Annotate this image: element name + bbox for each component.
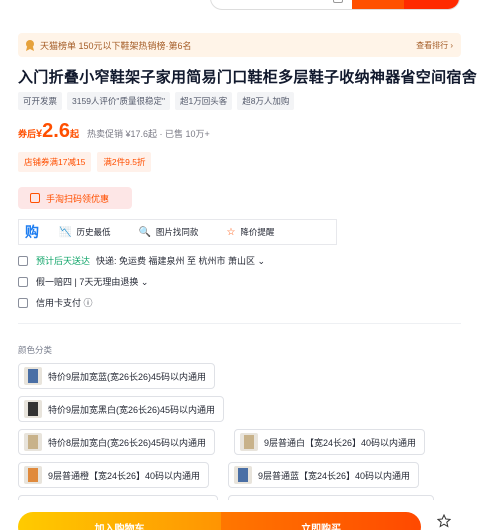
star-icon: ☆	[226, 226, 236, 238]
sku-thumbnail	[24, 466, 42, 484]
tag-cart-adds: 超8万人加购	[237, 92, 295, 110]
scan-button-label: 手淘扫码领优惠	[46, 193, 110, 204]
sku-label: 9层普通蓝【宽24长26】40码以内通用	[258, 470, 411, 481]
sku-option[interactable]: 特价9层加宽蓝(宽26长26)45码以内通用	[18, 363, 216, 389]
tag-repeat-buyers: 超1万回头客	[174, 92, 233, 110]
divider	[18, 323, 461, 324]
price-alert-label: 降价提醒	[240, 227, 275, 237]
add-to-cart-button[interactable]: 加入购物车	[18, 512, 221, 530]
price-alert-button[interactable]: ☆ 降价提醒	[212, 226, 288, 238]
product-tags: 可开发票 3159人评价"质量很稳定" 超1万回头客 超8万人加购	[18, 92, 295, 110]
payment-row[interactable]: 信用卡支付 ⓘ	[18, 296, 93, 309]
sku-label: 9层普通橙【宽24长26】40码以内通用	[48, 470, 201, 481]
favorite-star-icon[interactable]	[437, 514, 451, 528]
price-history-button[interactable]: 📉 历史最低	[45, 226, 124, 238]
rank-banner[interactable]: 天猫榜单 150元以下鞋架热销榜·第6名 查看排行 ›	[18, 33, 461, 57]
guarantee-row[interactable]: 假一赔四 | 7天无理由退换 ⌄	[18, 275, 148, 288]
scan-icon	[30, 193, 40, 203]
sku-label: 特价9层加宽黑白(宽26长26)45码以内通用	[48, 404, 216, 415]
sku-label: 特价8层加宽白(宽26长26)45码以内通用	[48, 437, 207, 448]
search-button[interactable]	[352, 0, 404, 9]
shipping-row[interactable]: 预计后天送达 快递: 免运费 福建泉州 至 杭州市 萧山区 ⌄	[18, 254, 265, 267]
delivery-estimate: 预计后天送达	[36, 256, 91, 266]
guarantee-text: 假一赔四 | 7天无理由退换 ⌄	[36, 277, 149, 287]
shipping-text: 快递: 免运费 福建泉州 至 杭州市 萧山区 ⌄	[96, 256, 266, 266]
rank-text: 天猫榜单 150元以下鞋架热销榜·第6名	[40, 40, 192, 51]
price-suffix: 起	[69, 129, 79, 139]
tag-reviews[interactable]: 3159人评价"质量很稳定"	[67, 92, 170, 110]
medal-icon	[26, 40, 34, 51]
sku-thumbnail	[234, 466, 252, 484]
image-search-icon: 🔍	[138, 226, 151, 238]
price-note: 热卖促销 ¥17.6起 · 已售 10万+	[86, 129, 210, 139]
sku-label: 特价9层加宽蓝(宽26长26)45码以内通用	[48, 371, 207, 382]
view-rank-link[interactable]: 查看排行 ›	[416, 40, 453, 51]
image-search-label: 图片找同款	[155, 227, 199, 237]
credit-card-icon	[18, 297, 28, 308]
price-amount: 2.6	[42, 120, 70, 142]
sku-option[interactable]: 9层普通白【宽24长26】40码以内通用	[234, 429, 426, 455]
sku-thumbnail	[24, 400, 42, 418]
camera-icon[interactable]	[333, 0, 343, 3]
price-history-label: 历史最低	[76, 227, 111, 237]
sku-option[interactable]: 特价8层加宽白(宽26长26)45码以内通用	[18, 429, 216, 455]
gou-logo-icon: 购	[25, 224, 39, 240]
search-taobao-button[interactable]	[404, 0, 459, 9]
truck-icon	[18, 255, 28, 266]
payment-text: 信用卡支付 ⓘ	[36, 298, 93, 308]
sku-option[interactable]: 特价9层加宽黑白(宽26长26)45码以内通用	[18, 396, 225, 422]
coupon-list: 店铺券满17减15 满2件9.5折	[18, 152, 152, 172]
sku-thumbnail	[24, 367, 42, 385]
shield-icon	[18, 276, 28, 287]
sku-thumbnail	[240, 433, 258, 451]
price-prefix: 券后	[18, 129, 37, 139]
sku-thumbnail	[24, 433, 42, 451]
price-tools-bar: 购 📉 历史最低 🔍 图片找同款 ☆ 降价提醒	[18, 219, 337, 245]
search-bar[interactable]	[210, 0, 460, 10]
tag-invoice: 可开发票	[18, 92, 63, 110]
sku-option[interactable]: 9层普通蓝【宽24长26】40码以内通用	[228, 462, 420, 488]
sku-option[interactable]: 9层普通橙【宽24长26】40码以内通用	[18, 462, 210, 488]
sku-label: 9层普通白【宽24长26】40码以内通用	[264, 437, 417, 448]
scan-coupon-button[interactable]: 手淘扫码领优惠	[18, 187, 132, 209]
coupon-discount[interactable]: 满2件9.5折	[97, 152, 152, 172]
price-row: 券后 ¥ 2.6 起 热卖促销 ¥17.6起 · 已售 10万+	[18, 120, 210, 143]
coupon-store[interactable]: 店铺券满17减15	[18, 152, 92, 172]
buy-now-button[interactable]: 立即购买	[221, 512, 421, 530]
image-search-button[interactable]: 🔍 图片找同款	[124, 226, 212, 238]
color-category-label: 颜色分类	[18, 345, 53, 355]
product-title: 入门折叠小窄鞋架子家用简易门口鞋柜多层鞋子收纳神器省空间宿舍	[18, 69, 478, 86]
trend-down-icon: 📉	[59, 226, 72, 238]
